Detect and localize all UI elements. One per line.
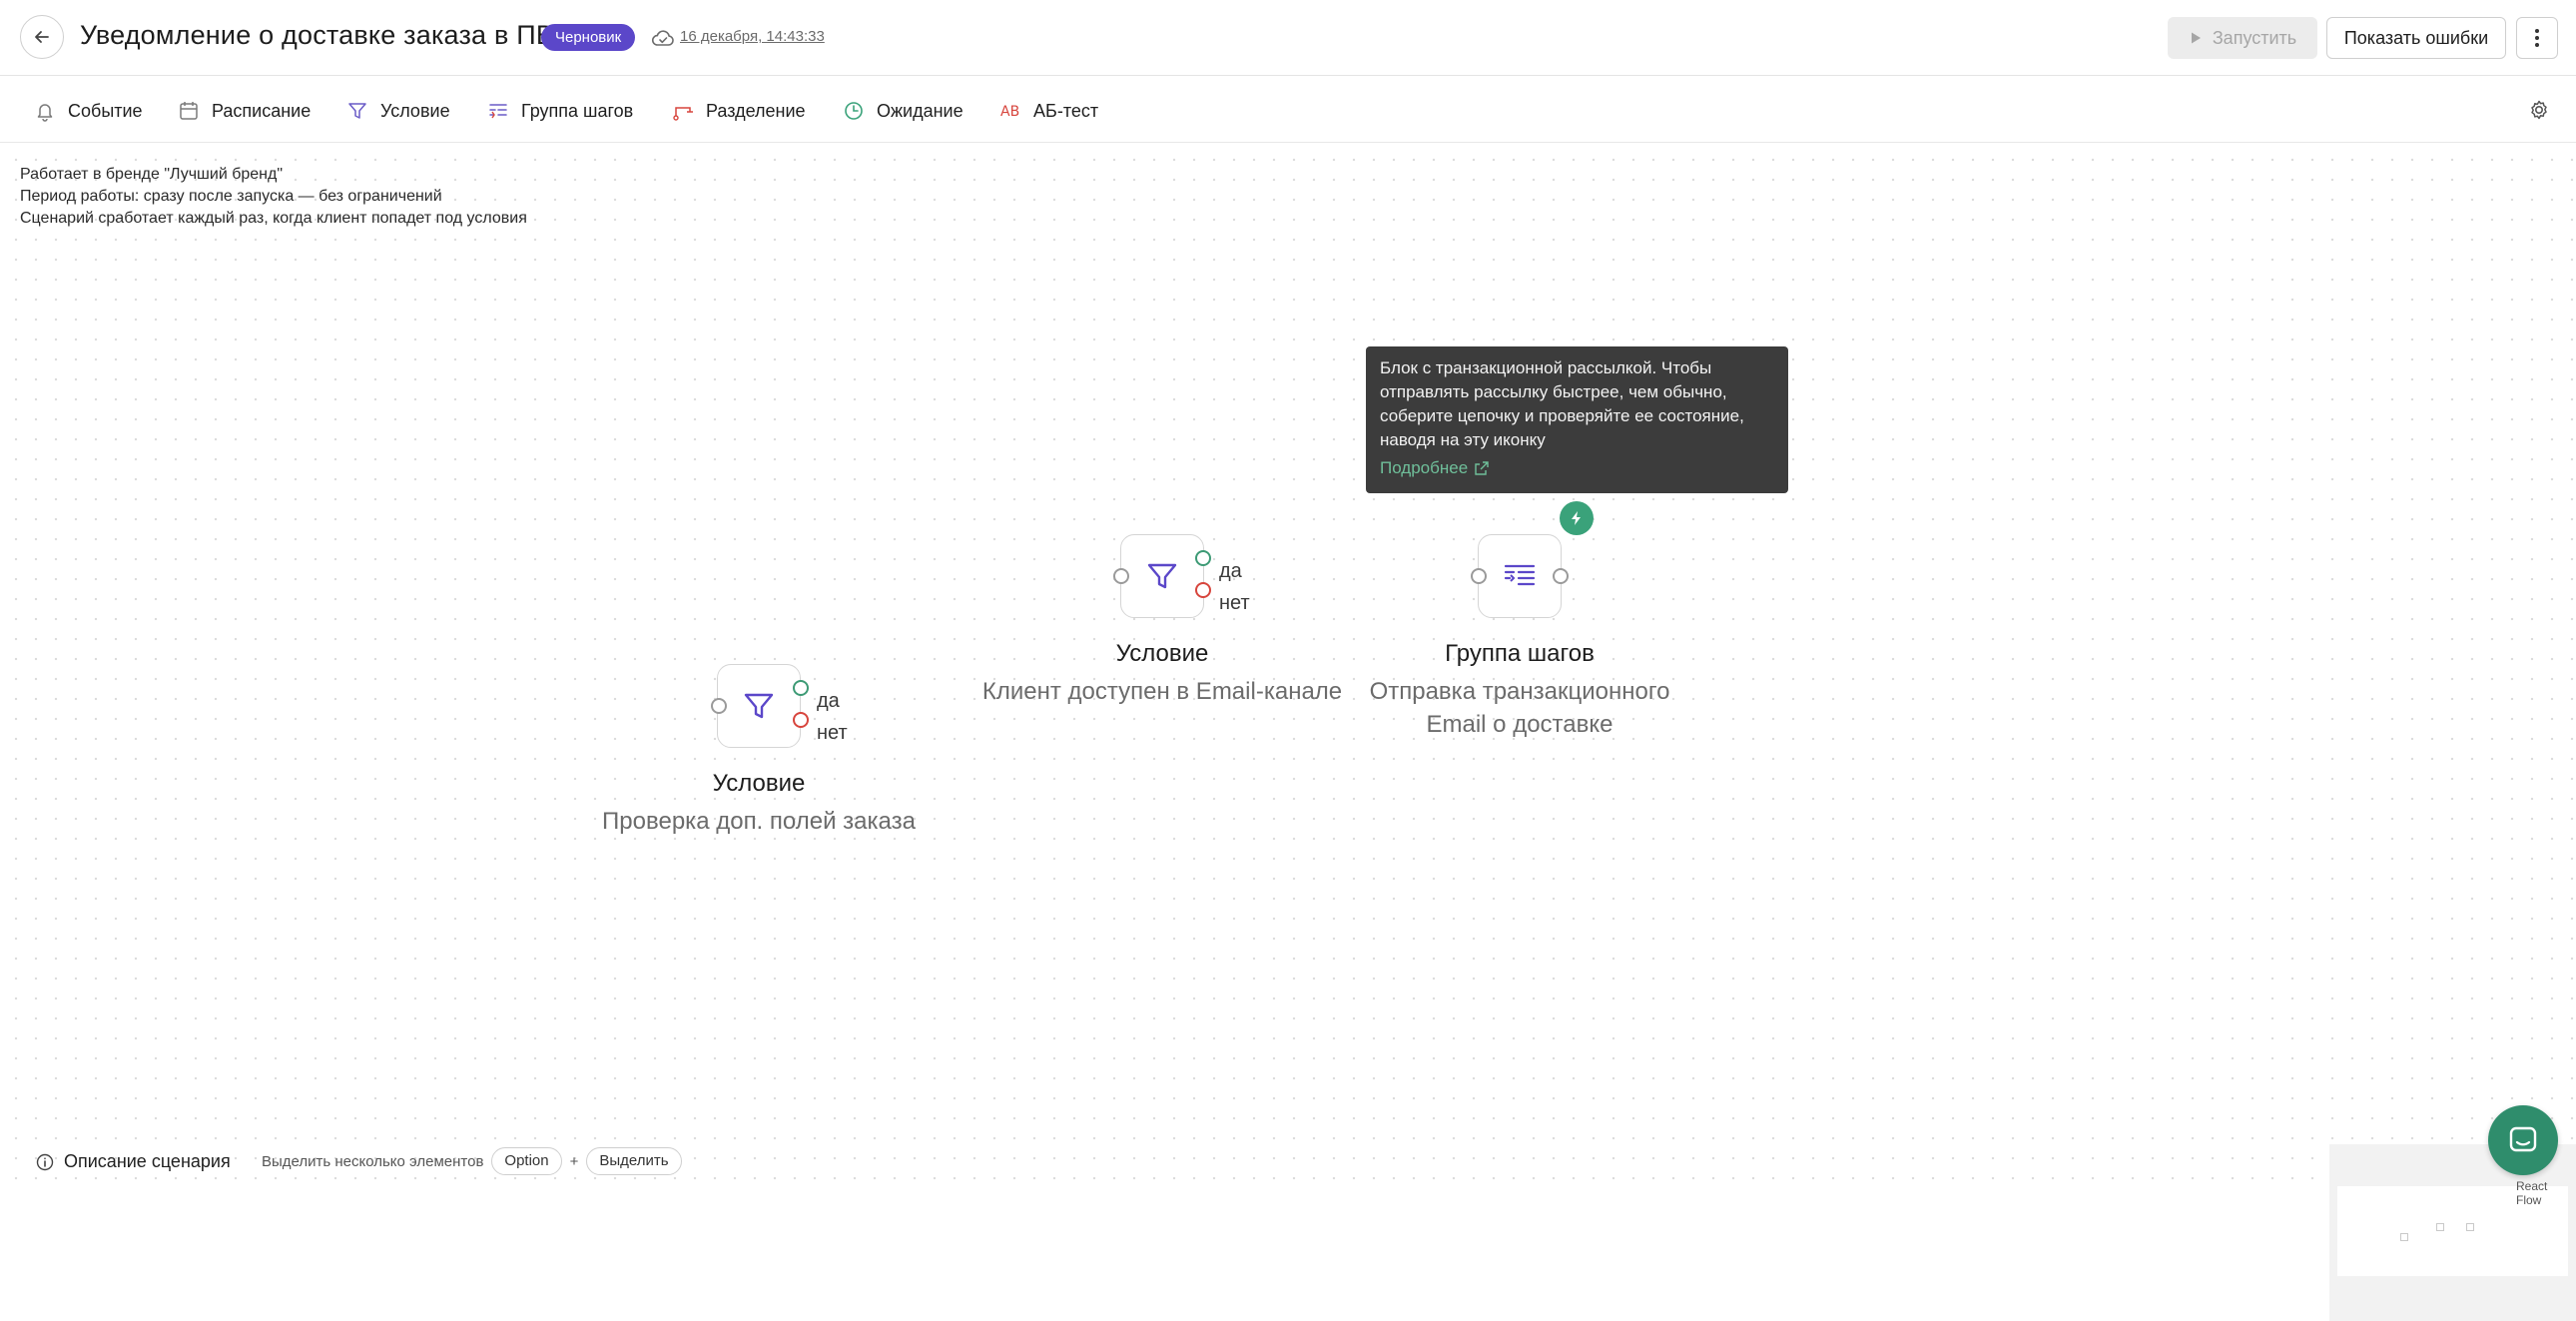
node-subtitle-line-1: Отправка транзакционного [1369, 678, 1670, 705]
bell-icon [37, 104, 53, 122]
node-subtitle: Клиент доступен в Email-канале [981, 678, 1343, 705]
tool-condition-label: Условие [380, 100, 450, 121]
tool-step-group-label: Группа шагов [521, 100, 634, 121]
dots-vertical-icon [2535, 29, 2539, 47]
tool-event[interactable]: Событие [34, 97, 143, 125]
chat-button[interactable] [2488, 1105, 2558, 1175]
node-title: Условие [1115, 640, 1209, 667]
tooltip-line-1: Блок с транзакционной рассылкой. Чтобы [1380, 358, 1712, 377]
scenario-description-label: Описание сценария [64, 1151, 231, 1171]
condition-node-box[interactable] [717, 664, 801, 748]
select-key: Выделить [586, 1147, 682, 1175]
tool-schedule-label: Расписание [212, 100, 312, 121]
run-button[interactable]: Запустить [2168, 17, 2317, 59]
flow-canvas[interactable]: Работает в бренде "Лучший бренд" Период … [0, 144, 2576, 1321]
filter-icon [744, 693, 774, 719]
svg-text:AB: AB [1000, 104, 1019, 120]
tool-ab-test[interactable]: AB АБ-тест [999, 97, 1098, 125]
calendar-icon [180, 102, 198, 120]
tool-step-group[interactable]: Группа шагов [487, 97, 633, 125]
no-handle[interactable] [1195, 582, 1211, 598]
play-icon [2191, 32, 2201, 44]
scenario-brand-line: Работает в бренде "Лучший бренд" [20, 166, 284, 183]
tool-split-label: Разделение [706, 100, 806, 121]
external-link-icon [1475, 461, 1489, 475]
tool-event-label: Событие [68, 100, 143, 121]
multi-select-text: Выделить несколько элементов [262, 1152, 484, 1170]
tool-wait[interactable]: Ожидание [843, 97, 964, 125]
chat-icon [2509, 1126, 2537, 1152]
info-icon [36, 1153, 54, 1170]
tool-condition[interactable]: Условие [346, 97, 450, 125]
react-flow-attribution[interactable]: React Flow [2516, 1179, 2576, 1207]
lightning-icon [1572, 511, 1581, 525]
ab-test-icon: AB [1000, 104, 1019, 120]
minimap-node [2436, 1223, 2444, 1231]
transactional-tooltip: Блок с транзакционной рассылкой. Чтобы о… [1366, 346, 1788, 493]
yes-handle[interactable] [1195, 550, 1211, 566]
condition-node-box[interactable] [1120, 534, 1204, 618]
step-group-icon [1504, 564, 1536, 586]
tool-wait-label: Ожидание [877, 100, 964, 121]
split-icon [673, 107, 693, 121]
more-options-button[interactable] [2516, 17, 2558, 59]
learn-more-link[interactable]: Подробнее [1380, 458, 1490, 478]
scenario-description-toggle[interactable]: Описание сценария [36, 1151, 231, 1172]
filter-icon [1147, 563, 1177, 589]
back-button[interactable] [20, 15, 64, 59]
yes-label: да [1219, 560, 1242, 582]
step-group-node-box[interactable] [1478, 534, 1562, 618]
node-subtitle-line-2: Email о доставке [1426, 711, 1613, 738]
run-button-label: Запустить [2212, 27, 2297, 48]
input-handle[interactable] [711, 698, 727, 714]
no-handle[interactable] [793, 712, 809, 728]
transactional-status-badge[interactable] [1560, 501, 1594, 535]
tool-schedule[interactable]: Расписание [178, 97, 311, 125]
plus-sign: + [569, 1152, 579, 1170]
filter-icon [348, 103, 366, 119]
option-key: Option [491, 1147, 562, 1175]
header: Уведомление о доставке заказа в ПВЗ Черн… [0, 0, 2576, 76]
cloud-check-icon [652, 30, 674, 46]
yes-handle[interactable] [793, 680, 809, 696]
block-toolbar: Событие Расписание Условие Группа шагов … [0, 77, 2576, 143]
arrow-left-icon [35, 31, 49, 43]
minimap-node [2400, 1233, 2408, 1241]
status-badge: Черновик [541, 24, 636, 51]
saved-timestamp: 16 декабря, 14:43:33 [680, 28, 825, 45]
tooltip-line-3: соберите цепочку и проверяйте ее состоян… [1380, 406, 1744, 425]
scenario-period-line: Период работы: сразу после запуска — без… [20, 188, 442, 205]
gear-icon[interactable] [2526, 97, 2552, 123]
minimap-node [2466, 1223, 2474, 1231]
output-handle[interactable] [1553, 568, 1569, 584]
tooltip-line-4: наводя на эту иконку [1380, 430, 1546, 449]
node-subtitle: Проверка доп. полей заказа [602, 808, 916, 835]
input-handle[interactable] [1471, 568, 1487, 584]
step-group-icon [489, 104, 507, 119]
clock-icon [845, 102, 863, 120]
no-label: нет [817, 722, 848, 744]
scenario-trigger-line: Сценарий сработает каждый раз, когда кли… [20, 210, 527, 227]
no-label: нет [1219, 592, 1250, 614]
node-title: Группа шагов [1445, 640, 1595, 667]
yes-label: да [817, 690, 840, 712]
tool-split[interactable]: Разделение [672, 97, 806, 125]
tool-ab-test-label: АБ-тест [1033, 100, 1099, 121]
show-errors-button[interactable]: Показать ошибки [2326, 17, 2506, 59]
node-title: Условие [712, 770, 806, 797]
multi-select-hint: Выделить несколько элементов Option + Вы… [262, 1147, 682, 1175]
tooltip-line-2: отправлять рассылку быстрее, чем обычно, [1380, 382, 1727, 401]
learn-more-label: Подробнее [1380, 458, 1469, 477]
page-title: Уведомление о доставке заказа в ПВЗ [80, 20, 570, 50]
input-handle[interactable] [1113, 568, 1129, 584]
